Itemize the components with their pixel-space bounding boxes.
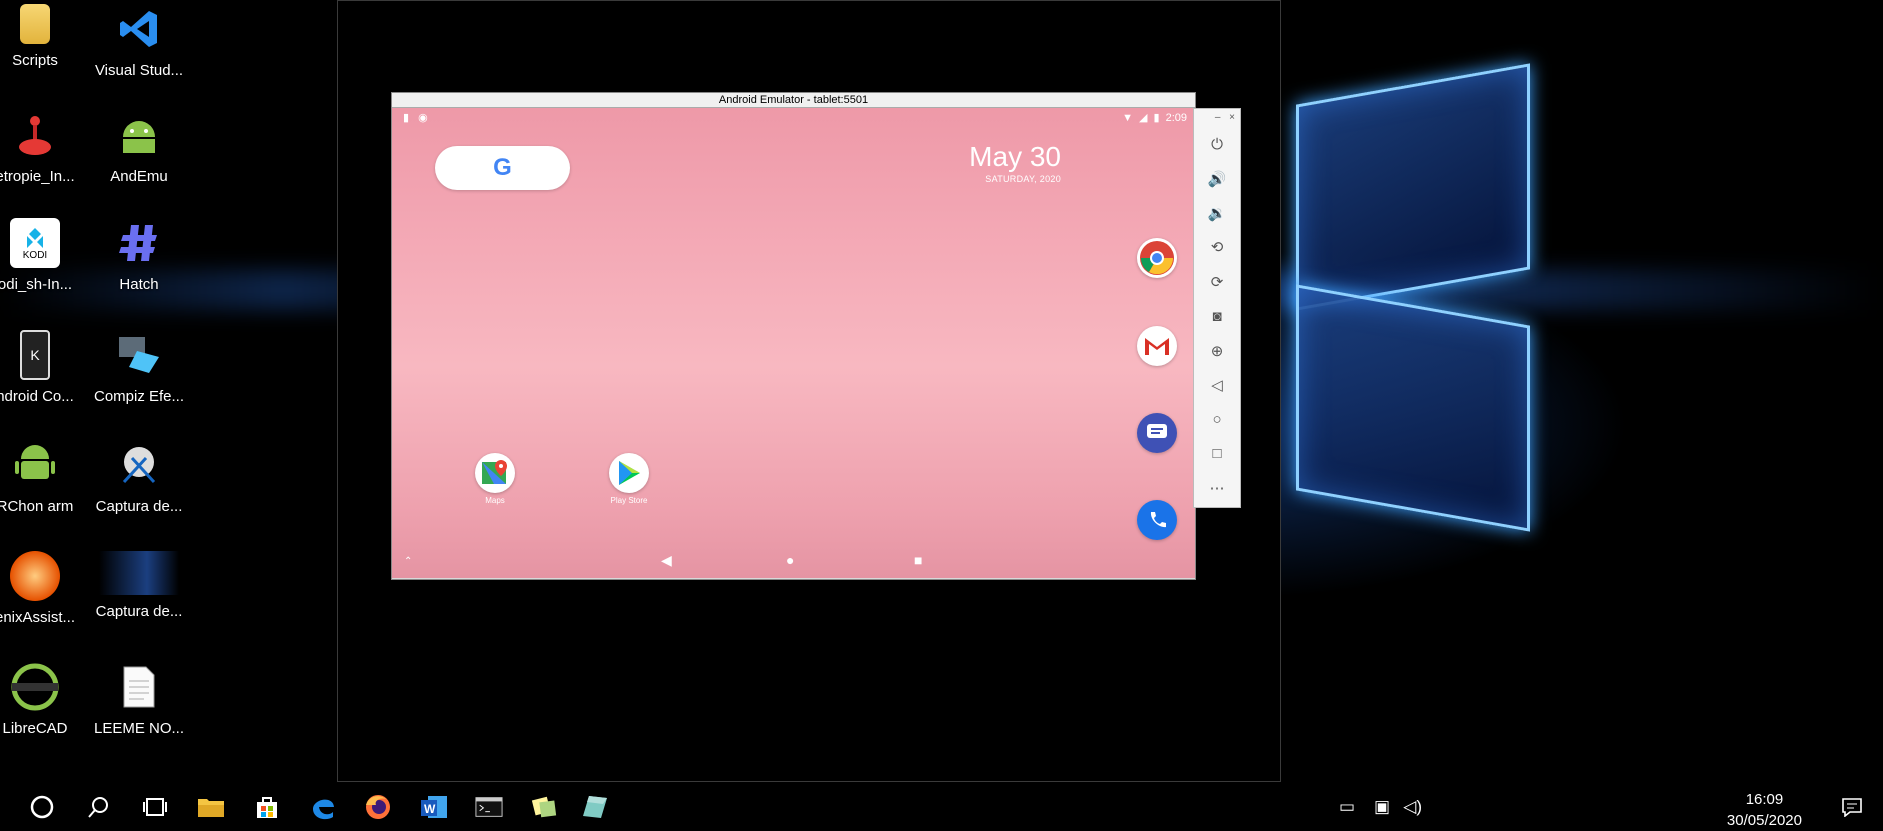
home-nav-icon[interactable]: ●	[786, 552, 794, 568]
hatch-icon	[114, 218, 164, 268]
screenshot-thumbnail-icon	[99, 551, 179, 595]
overview-nav-icon[interactable]: ■	[914, 552, 922, 568]
google-logo-icon: G	[493, 154, 512, 181]
android-screen[interactable]: ▮ ◉ ▼ ◢ ▮ 2:09 G May 30 SATURDAY, 2020 M…	[392, 108, 1195, 578]
status-right: ▼ ◢ ▮ 2:09	[1122, 111, 1187, 125]
windows-logo-pane-top	[1296, 63, 1530, 311]
back-icon[interactable]: ◁	[1194, 368, 1240, 402]
cmd-icon[interactable]	[475, 793, 503, 821]
close-button[interactable]: ×	[1229, 112, 1235, 123]
file-explorer-icon[interactable]	[197, 793, 225, 821]
edge-icon[interactable]	[309, 793, 337, 821]
desktop-icon-visual-studio[interactable]: Visual Stud...	[87, 4, 191, 79]
android-icon	[10, 440, 60, 490]
overview-icon[interactable]: □	[1194, 437, 1240, 471]
librecad-icon	[10, 662, 60, 712]
messages-icon[interactable]	[1137, 413, 1177, 453]
phone-icon[interactable]	[1137, 500, 1177, 540]
status-time: 2:09	[1165, 111, 1187, 124]
play-store-app[interactable]: Play Store	[594, 453, 664, 505]
date-widget[interactable]: May 30 SATURDAY, 2020	[969, 141, 1061, 185]
desktop-icon-archon[interactable]: RChon arm	[0, 440, 87, 515]
date-text: May 30	[969, 141, 1061, 172]
android-emulator-window[interactable]: Android Emulator - tablet:5501 ▮ ◉ ▼ ◢ ▮…	[391, 92, 1196, 580]
desktop-icon-captura-2[interactable]: Captura de...	[87, 551, 191, 620]
zoom-icon[interactable]: ⊕	[1194, 333, 1240, 367]
volume-down-icon[interactable]: 🔉	[1194, 196, 1240, 230]
kde-connect-icon: K	[20, 330, 50, 380]
clock-time: 16:09	[1745, 791, 1784, 808]
desktop-icon-retropie[interactable]: etropie_In...	[0, 110, 87, 185]
folder-icon	[20, 4, 50, 44]
google-search-widget[interactable]: G	[435, 146, 570, 190]
compiz-icon	[114, 330, 164, 380]
signal-icon: ◢	[1139, 112, 1148, 124]
start-icon[interactable]	[28, 793, 56, 821]
notifications-icon[interactable]	[1841, 797, 1863, 822]
desktop-icon-hatch[interactable]: Hatch	[87, 218, 191, 293]
volume-up-icon[interactable]: 🔊	[1194, 161, 1240, 195]
maps-icon	[475, 453, 515, 493]
android-icon	[114, 110, 164, 160]
taskbar: W ▭ ▣ ◁) 16:09 30/05/2020	[0, 783, 1883, 830]
network-icon[interactable]: ▣	[1374, 797, 1390, 817]
desktop-icon-phoenix[interactable]: enixAssist...	[0, 551, 87, 626]
rotate-left-icon[interactable]: ⟲	[1194, 230, 1240, 264]
clock-date: 30/05/2020	[1726, 812, 1802, 829]
desktop-icon-leeme[interactable]: LEEME NO...	[87, 662, 191, 737]
power-icon[interactable]: ⏻	[1194, 127, 1240, 161]
notification-icons: ▮ ◉	[403, 111, 428, 124]
joystick-icon	[10, 110, 60, 160]
svg-text:W: W	[424, 802, 436, 816]
text-file-icon	[114, 662, 164, 712]
chrome-icon[interactable]	[1137, 238, 1177, 278]
gmail-icon[interactable]	[1137, 326, 1177, 366]
windows-logo-pane-bottom	[1296, 284, 1530, 532]
emulator-title[interactable]: Android Emulator - tablet:5501	[392, 93, 1195, 108]
status-bar: ▮ ◉ ▼ ◢ ▮ 2:09	[392, 108, 1195, 128]
battery-tray-icon[interactable]: ▭	[1339, 797, 1355, 817]
desktop-icon-andemu[interactable]: AndEmu	[87, 110, 191, 185]
desktop-icon-compiz[interactable]: Compiz Efe...	[87, 330, 191, 405]
home-icon[interactable]: ○	[1194, 402, 1240, 436]
store-icon[interactable]	[253, 793, 281, 821]
kodi-icon: KODI	[10, 218, 60, 268]
desktop-icon-captura-1[interactable]: Captura de...	[87, 440, 191, 515]
window-controls: – ×	[1194, 109, 1240, 127]
emulator-controls: – × ⏻ 🔊 🔉 ⟲ ⟳ ◙ ⊕ ◁ ○ □ ⋯	[1193, 108, 1241, 508]
task-view-icon[interactable]	[141, 793, 169, 821]
weekday-text: SATURDAY, 2020	[985, 174, 1061, 184]
play-store-icon	[609, 453, 649, 493]
back-nav-icon[interactable]: ◀	[661, 552, 672, 569]
desktop-icon-scripts[interactable]: Scripts	[0, 4, 87, 69]
phoenix-icon	[10, 551, 60, 601]
sync-icon: ◉	[418, 112, 428, 124]
camera-icon[interactable]: ◙	[1194, 299, 1240, 333]
more-icon[interactable]: ⋯	[1194, 471, 1240, 505]
battery-icon: ▮	[1153, 112, 1160, 124]
firefox-icon[interactable]	[364, 793, 392, 821]
vscode-icon	[114, 4, 164, 54]
desktop-icon-librecad[interactable]: LibreCAD	[0, 662, 87, 737]
sd-card-icon: ▮	[403, 112, 410, 124]
desktop-icon-kodi[interactable]: KODI odi_sh-In...	[0, 218, 87, 293]
volume-icon[interactable]: ◁)	[1403, 797, 1422, 817]
taskbar-clock[interactable]: 16:09 30/05/2020	[1727, 789, 1802, 831]
word-icon[interactable]: W	[420, 793, 448, 821]
android-nav-bar: ⌃ ◀ ● ■	[392, 544, 1195, 578]
desktop-icon-kde-connect[interactable]: K ndroid Co...	[0, 330, 87, 405]
rotate-right-icon[interactable]: ⟳	[1194, 265, 1240, 299]
snip-icon[interactable]	[581, 793, 609, 821]
search-icon[interactable]	[85, 793, 113, 821]
chevron-up-icon[interactable]: ⌃	[404, 556, 412, 567]
snipping-tool-icon	[114, 440, 164, 490]
wifi-icon: ▼	[1122, 111, 1134, 124]
minimize-button[interactable]: –	[1215, 112, 1221, 123]
maps-app[interactable]: Maps	[460, 453, 530, 505]
sticky-notes-icon[interactable]	[530, 793, 558, 821]
